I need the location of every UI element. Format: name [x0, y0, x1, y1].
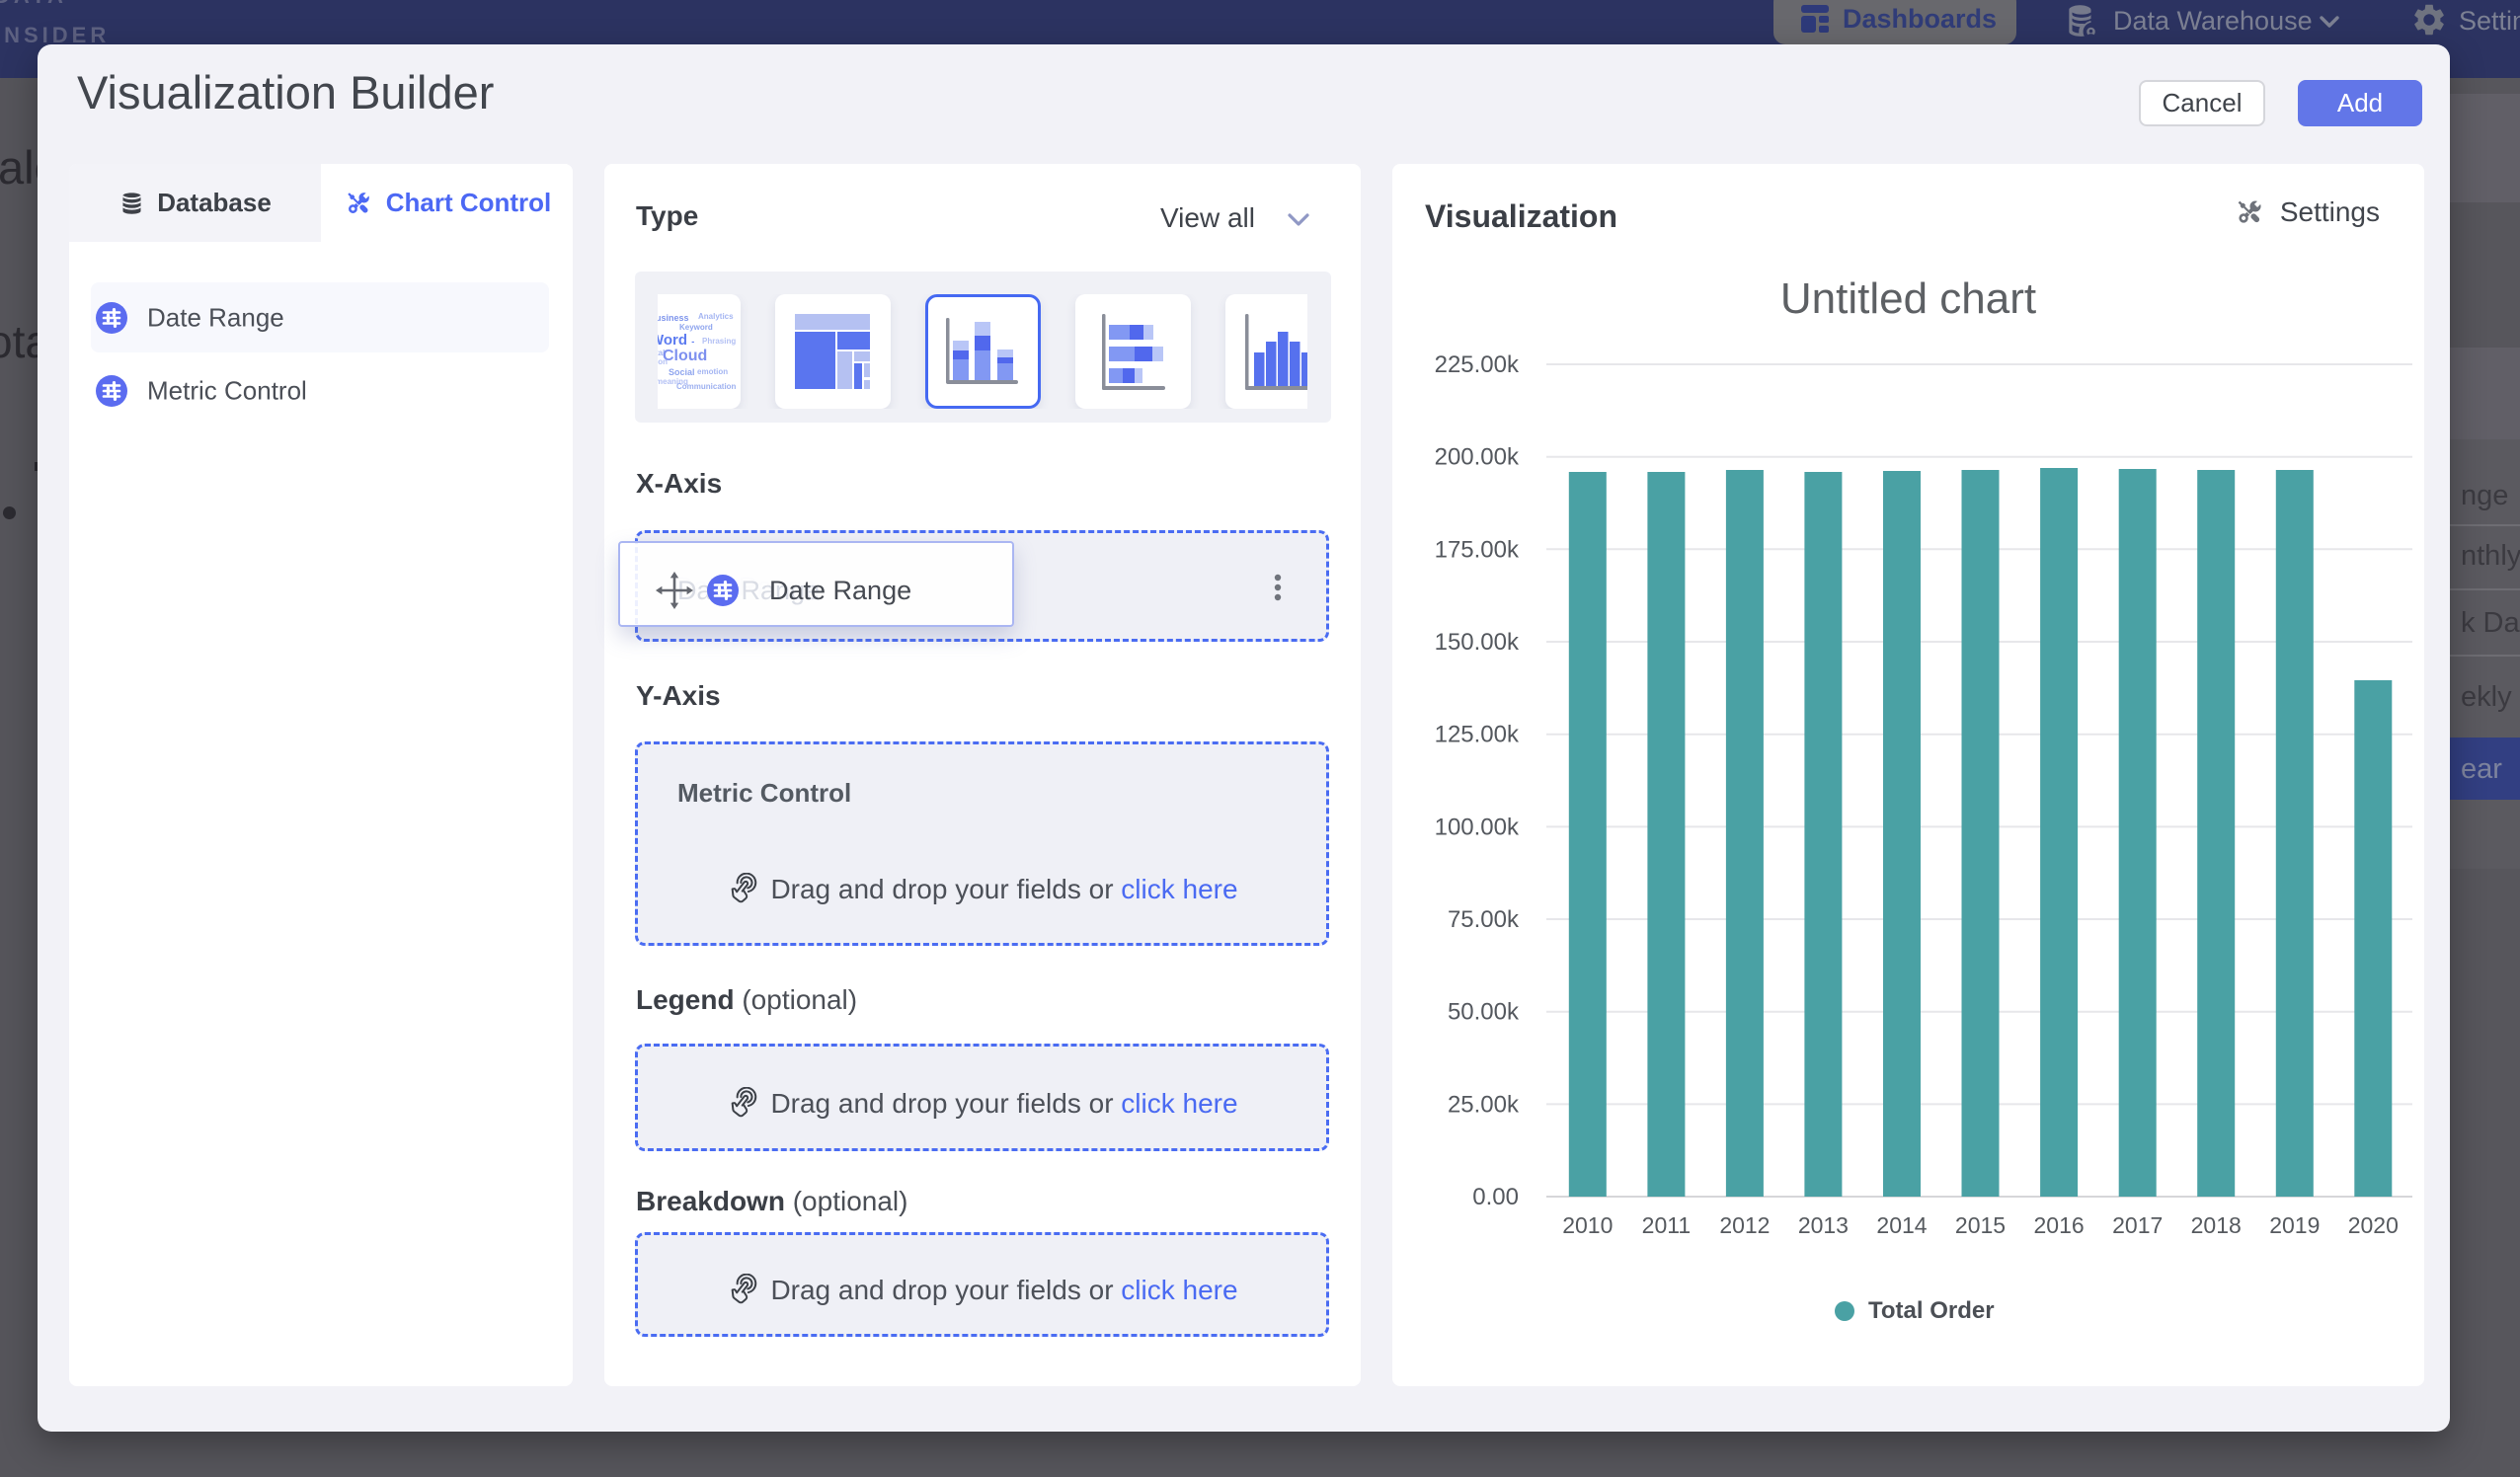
svg-text:2010: 2010: [1562, 1212, 1613, 1238]
svg-text:2018: 2018: [2191, 1212, 2242, 1238]
svg-text:2013: 2013: [1798, 1212, 1849, 1238]
svg-text:2020: 2020: [2348, 1212, 2399, 1238]
svg-text:2011: 2011: [1642, 1212, 1691, 1238]
svg-text:125.00k: 125.00k: [1435, 722, 1520, 748]
svg-text:150.00k: 150.00k: [1435, 629, 1520, 656]
svg-text:2014: 2014: [1876, 1212, 1927, 1238]
svg-text:25.00k: 25.00k: [1448, 1091, 1520, 1118]
svg-text:2019: 2019: [2269, 1212, 2320, 1238]
svg-text:100.00k: 100.00k: [1435, 814, 1520, 840]
svg-text:200.00k: 200.00k: [1435, 444, 1520, 471]
svg-text:2017: 2017: [2112, 1212, 2163, 1238]
svg-text:0.00: 0.00: [1472, 1184, 1519, 1210]
svg-text:50.00k: 50.00k: [1448, 999, 1520, 1026]
svg-text:225.00k: 225.00k: [1435, 351, 1520, 378]
svg-text:75.00k: 75.00k: [1448, 906, 1520, 933]
svg-text:2015: 2015: [1955, 1212, 2006, 1238]
svg-text:2016: 2016: [2034, 1212, 2085, 1238]
svg-text:2012: 2012: [1719, 1212, 1770, 1238]
svg-text:175.00k: 175.00k: [1435, 536, 1520, 563]
